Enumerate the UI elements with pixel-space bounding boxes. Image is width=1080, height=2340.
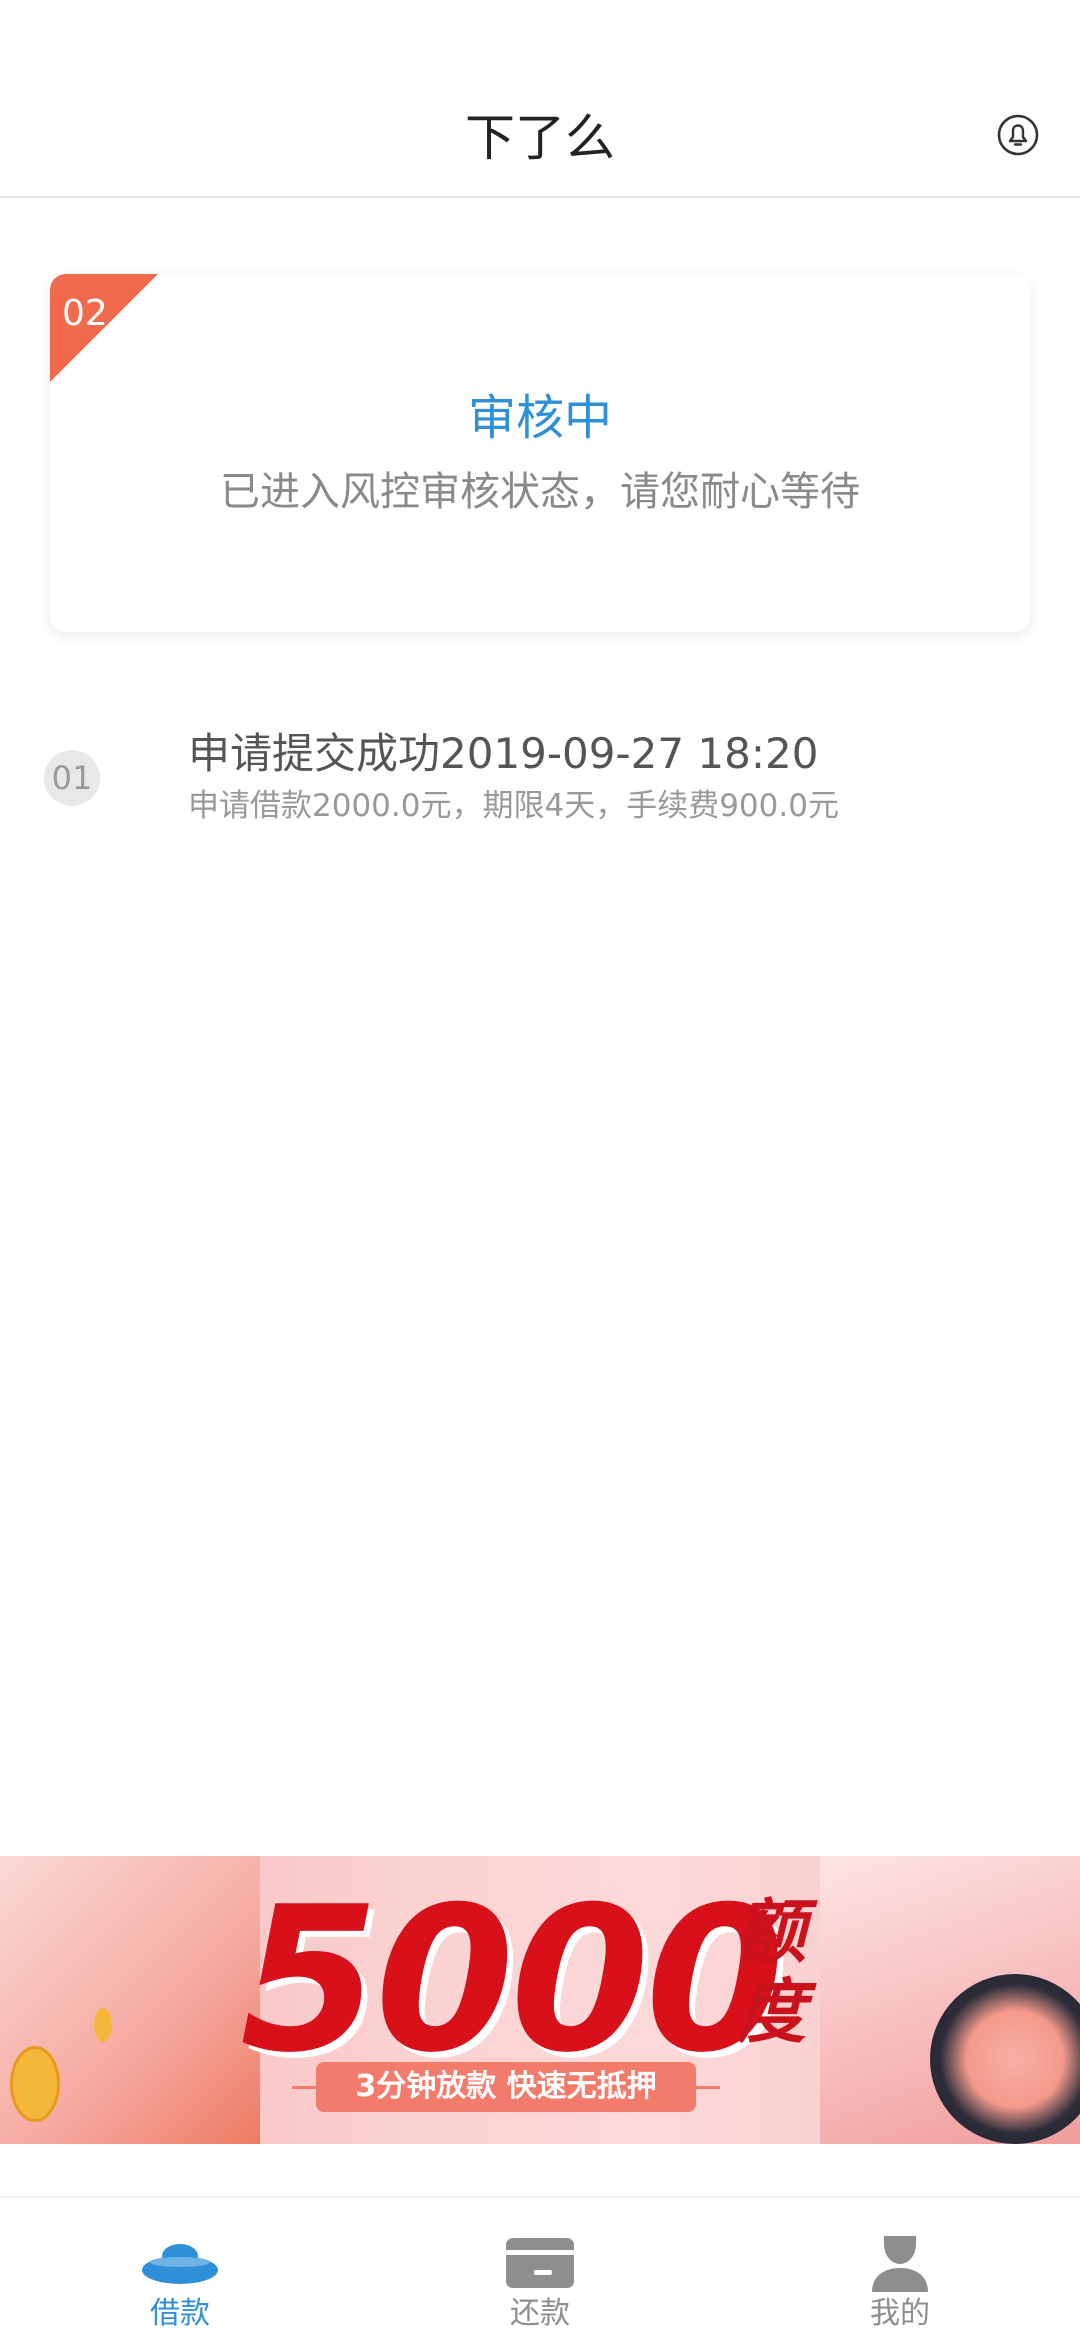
bell-icon[interactable] [996, 113, 1040, 157]
status-subtitle: 已进入风控审核状态，请您耐心等待 [220, 469, 860, 515]
timeline-title: 申请提交成功2019-09-27 18:20 [188, 729, 819, 778]
tab-label: 我的 [870, 2296, 930, 2331]
timeline-detail: 申请借款2000.0元，期限4天，手续费900.0元 [188, 788, 839, 824]
banner-amount: 5000 [240, 1864, 785, 2097]
tab-label: 还款 [510, 2296, 570, 2331]
card-icon [506, 2238, 574, 2288]
app-header: 下了么 [0, 0, 1080, 198]
user-icon [872, 2236, 928, 2292]
ingot-icon [142, 2244, 218, 2284]
coin-icon [10, 2046, 60, 2122]
tab-borrow[interactable]: 借款 [0, 2198, 360, 2340]
timeline-step-badge: 01 [44, 750, 100, 806]
tab-label: 借款 [150, 2296, 210, 2331]
promo-banner[interactable]: 5000 额度 3分钟放款 快速无抵押 [0, 1856, 1080, 2144]
tab-repay[interactable]: 还款 [360, 2198, 720, 2340]
status-card: 02 审核中 已进入风控审核状态，请您耐心等待 [50, 274, 1030, 632]
app-screen: 下了么 02 审核中 已进入风控审核状态，请您耐心等待 01 申请提交成功201… [0, 0, 1080, 2340]
banner-tagline: 3分钟放款 快速无抵押 [316, 2062, 696, 2112]
tab-mine[interactable]: 我的 [720, 2198, 1080, 2340]
banner-divider [292, 2086, 316, 2089]
bottom-tab-bar: 借款 还款 我的 [0, 2196, 1080, 2340]
page-title: 下了么 [465, 109, 615, 167]
status-step-number: 02 [62, 293, 108, 334]
status-title: 审核中 [467, 390, 612, 446]
banner-divider [696, 2086, 720, 2089]
banner-unit: 额度 [736, 1891, 806, 2053]
coin-icon [94, 2008, 112, 2042]
